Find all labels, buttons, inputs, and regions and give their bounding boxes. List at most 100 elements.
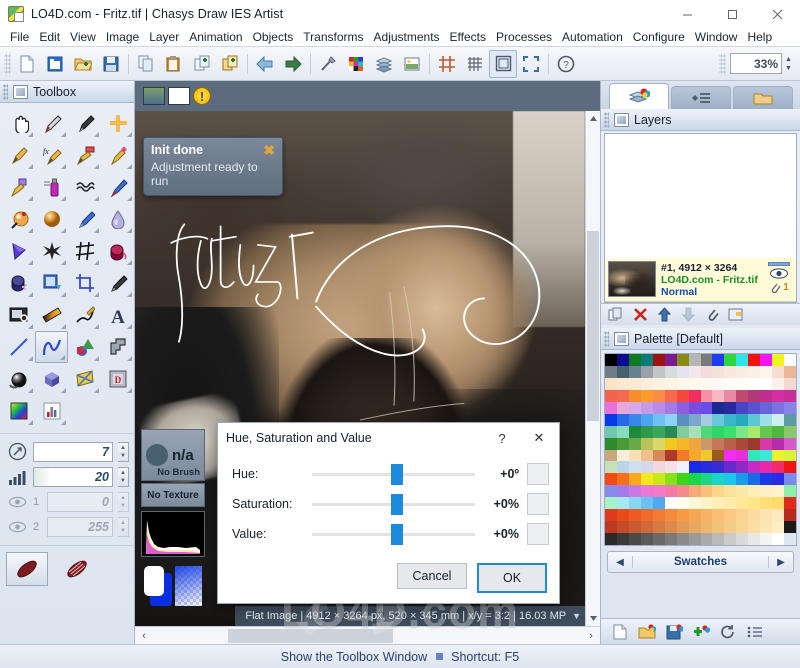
palette-swatch[interactable] bbox=[676, 377, 689, 390]
palette-swatch[interactable] bbox=[772, 365, 785, 378]
tool-options-corner-icon[interactable] bbox=[127, 164, 132, 169]
notification-popup[interactable]: Init done ✖ Adjustment ready to run bbox=[143, 137, 283, 196]
tool-options-corner-icon[interactable] bbox=[61, 228, 66, 233]
palette-swatch[interactable] bbox=[748, 389, 761, 402]
palette-swatch[interactable] bbox=[628, 401, 641, 414]
tool-size-input[interactable]: 7 bbox=[33, 441, 113, 462]
delete-layer-button[interactable] bbox=[629, 306, 651, 324]
palette-swatch[interactable] bbox=[772, 521, 785, 534]
spray-can-tool[interactable] bbox=[35, 171, 68, 203]
palette-swatch[interactable] bbox=[736, 509, 749, 522]
scroll-down-button[interactable] bbox=[586, 611, 600, 626]
texture-brush-tool[interactable] bbox=[2, 171, 35, 203]
palette-swatch[interactable] bbox=[688, 473, 701, 486]
palette-swatch[interactable] bbox=[784, 449, 796, 462]
palette-swatch[interactable] bbox=[688, 377, 701, 390]
palette-swatch[interactable] bbox=[784, 497, 796, 510]
palette-swatch[interactable] bbox=[760, 377, 773, 390]
palette-swatch[interactable] bbox=[640, 449, 653, 462]
palette-swatch[interactable] bbox=[676, 521, 689, 534]
menu-item-layer[interactable]: Layer bbox=[144, 29, 184, 46]
tool-options-corner-icon[interactable] bbox=[127, 196, 132, 201]
palette-swatch[interactable] bbox=[724, 401, 737, 414]
pencil-tool[interactable] bbox=[35, 107, 68, 139]
minimize-button[interactable] bbox=[665, 0, 710, 28]
palette-swatch[interactable] bbox=[664, 509, 677, 522]
palette-swatch[interactable] bbox=[616, 365, 629, 378]
vertical-scroll-thumb[interactable] bbox=[587, 231, 599, 421]
tool-options-corner-icon[interactable] bbox=[28, 260, 33, 265]
tool-options-corner-icon[interactable] bbox=[127, 388, 132, 393]
palette-swatch[interactable] bbox=[760, 389, 773, 402]
close-button[interactable] bbox=[755, 0, 800, 28]
crosshair-tool[interactable] bbox=[101, 107, 134, 139]
palette-swatch[interactable] bbox=[736, 461, 749, 474]
palette-swatch[interactable] bbox=[676, 473, 689, 486]
palette-swatch[interactable] bbox=[640, 497, 653, 510]
freehand-curve-tool[interactable] bbox=[35, 331, 68, 363]
paintbrush-tool[interactable] bbox=[2, 139, 35, 171]
palette-swatch[interactable] bbox=[664, 365, 677, 378]
palette-swatch[interactable] bbox=[724, 377, 737, 390]
palette-swatch[interactable] bbox=[688, 449, 701, 462]
tool-options-corner-icon[interactable] bbox=[28, 324, 33, 329]
tool-options-corner-icon[interactable] bbox=[94, 356, 99, 361]
palette-swatch[interactable] bbox=[700, 449, 713, 462]
palette-swatch[interactable] bbox=[676, 533, 689, 545]
hash-grid-tool[interactable] bbox=[68, 235, 101, 267]
palette-swatch[interactable] bbox=[664, 533, 677, 545]
palette-swatch[interactable] bbox=[628, 485, 641, 498]
tool-options-corner-icon[interactable] bbox=[127, 260, 132, 265]
palette-swatch[interactable] bbox=[736, 425, 749, 438]
palette-swatch[interactable] bbox=[628, 365, 641, 378]
tool-options-corner-icon[interactable] bbox=[61, 132, 66, 137]
menu-item-window[interactable]: Window bbox=[690, 29, 743, 46]
palette-swatch[interactable] bbox=[700, 365, 713, 378]
palette-swatch[interactable] bbox=[664, 437, 677, 450]
palette-swatch[interactable] bbox=[605, 533, 617, 545]
canvas-status-dropdown-icon[interactable]: ▼ bbox=[572, 611, 581, 621]
fit-window-icon[interactable] bbox=[489, 49, 517, 78]
palette-swatch[interactable] bbox=[688, 365, 701, 378]
palette-swatch[interactable] bbox=[616, 497, 629, 510]
palette-swatch[interactable] bbox=[688, 521, 701, 534]
toolbox-grip[interactable] bbox=[3, 83, 8, 100]
maximize-button[interactable] bbox=[710, 0, 755, 28]
tool-options-corner-icon[interactable] bbox=[28, 164, 33, 169]
palette-swatch[interactable] bbox=[748, 509, 761, 522]
palette-swatch[interactable] bbox=[616, 533, 629, 545]
horizontal-scroll-thumb[interactable] bbox=[228, 628, 393, 643]
palette-swatch[interactable] bbox=[736, 521, 749, 534]
palette-swatch[interactable] bbox=[652, 497, 665, 510]
palette-swatch[interactable] bbox=[688, 401, 701, 414]
palette-swatch[interactable] bbox=[736, 389, 749, 402]
palette-swatch[interactable] bbox=[616, 377, 629, 390]
palette-swatch[interactable] bbox=[640, 401, 653, 414]
palette-swatch[interactable] bbox=[772, 437, 785, 450]
toolbar-grip[interactable] bbox=[4, 52, 11, 75]
palette-swatch[interactable] bbox=[736, 449, 749, 462]
palette-swatch[interactable] bbox=[748, 365, 761, 378]
hue-slider[interactable] bbox=[312, 463, 477, 485]
palette-swatch[interactable] bbox=[700, 377, 713, 390]
palette-swatch[interactable] bbox=[724, 521, 737, 534]
scroll-right-button[interactable]: › bbox=[582, 630, 600, 642]
palette-swatch[interactable] bbox=[688, 509, 701, 522]
tool-options-corner-icon[interactable] bbox=[127, 356, 132, 361]
palette-swatch[interactable] bbox=[664, 461, 677, 474]
palette-swatch[interactable] bbox=[664, 473, 677, 486]
palette-swatch[interactable] bbox=[605, 449, 617, 462]
palette-swatch[interactable] bbox=[748, 533, 761, 545]
palette-swatch[interactable] bbox=[652, 401, 665, 414]
palette-swatch[interactable] bbox=[605, 473, 617, 486]
palette-swatch[interactable] bbox=[772, 461, 785, 474]
new-document-icon[interactable] bbox=[13, 50, 41, 78]
airbrush-tool[interactable] bbox=[101, 171, 134, 203]
palette-swatch[interactable] bbox=[616, 401, 629, 414]
palette-swatch[interactable] bbox=[688, 485, 701, 498]
palette-swatch[interactable] bbox=[760, 509, 773, 522]
palette-swatch[interactable] bbox=[700, 509, 713, 522]
palette-swatch[interactable] bbox=[616, 473, 629, 486]
solid-brush-icon[interactable] bbox=[6, 552, 48, 586]
palette-swatch[interactable] bbox=[724, 449, 737, 462]
